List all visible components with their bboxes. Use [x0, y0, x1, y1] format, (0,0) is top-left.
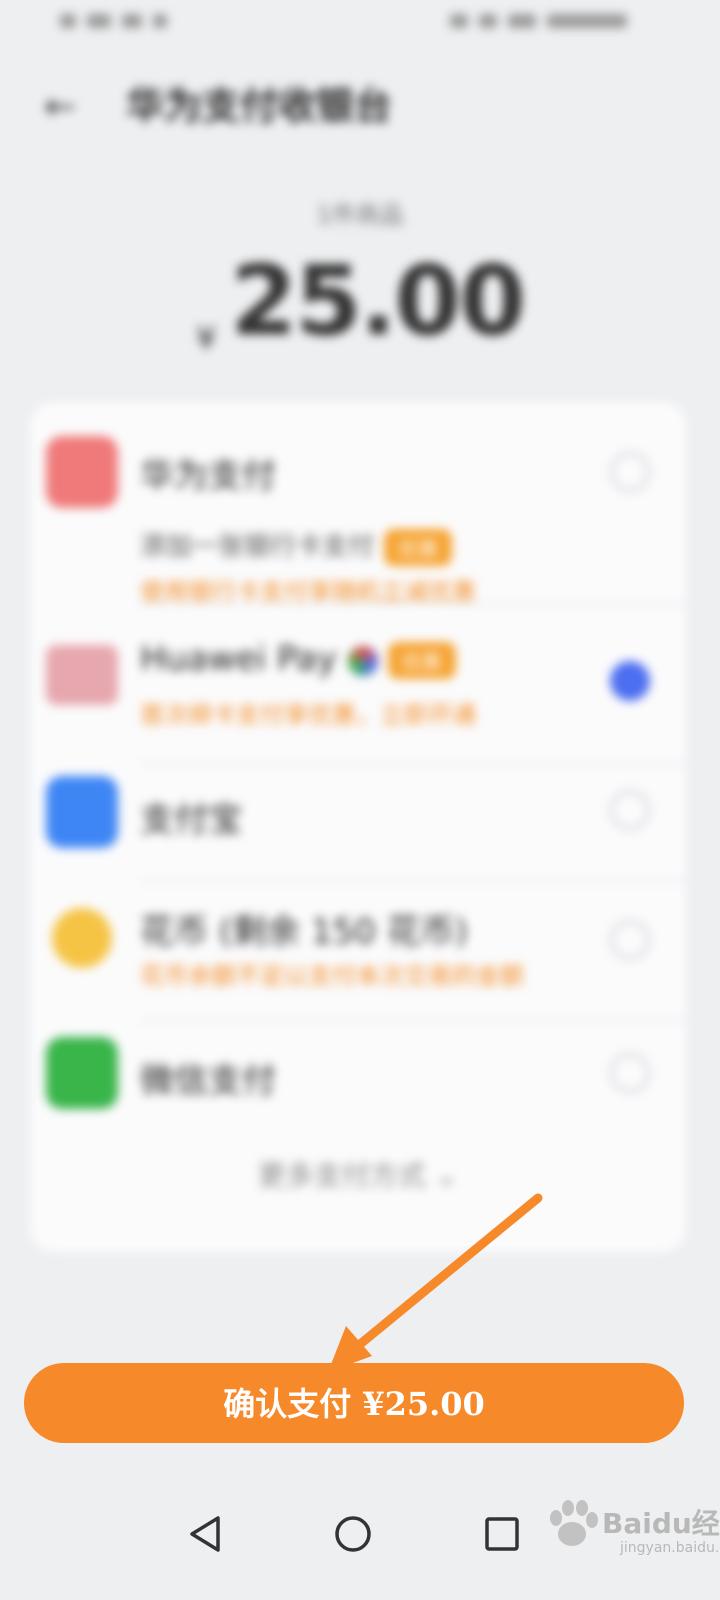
huawei-pay-logo-icon	[347, 645, 378, 676]
status-bar	[0, 0, 720, 52]
back-arrow-icon[interactable]: ←	[44, 84, 88, 128]
divider	[140, 602, 686, 604]
payment-radio[interactable]	[610, 790, 650, 830]
payment-method-wechat[interactable]: 微信支付	[30, 1037, 686, 1137]
network-icon	[87, 13, 112, 28]
payment-radio-selected[interactable]	[610, 661, 650, 701]
nav-home-icon[interactable]	[323, 1504, 383, 1564]
divider	[140, 1020, 686, 1022]
nav-back-icon[interactable]	[176, 1504, 236, 1564]
payment-method-alipay[interactable]: 支付宝	[30, 774, 686, 884]
payment-radio[interactable]	[610, 1053, 650, 1093]
wallet-icon	[46, 436, 118, 508]
wechat-pay-icon	[46, 1037, 118, 1109]
alipay-icon	[46, 776, 118, 848]
divider	[140, 762, 686, 764]
baidu-paw-icon	[550, 1500, 598, 1546]
payment-method-sub: 花币余额不足以支付本次交易的金额	[140, 962, 524, 990]
amount-value: 25.00	[230, 245, 526, 357]
signal-icon	[60, 13, 76, 28]
promo-badge: 优惠	[387, 642, 456, 679]
currency-symbol: ¥	[195, 319, 217, 357]
coin-icon	[52, 908, 112, 968]
wifi-icon	[122, 13, 143, 28]
promo-badge: 优惠	[384, 529, 453, 566]
payment-method-name: 支付宝	[140, 800, 242, 840]
more-payment-methods-link[interactable]: 更多支付方式 ⌄	[30, 1154, 686, 1194]
payment-radio[interactable]	[610, 452, 650, 492]
nav-recents-icon[interactable]	[472, 1504, 532, 1564]
payment-method-name: 微信支付	[140, 1061, 276, 1101]
notification-icon	[153, 13, 168, 28]
baidu-jingyan-watermark: Baidu经验 jingyan.baidu.com	[540, 1492, 720, 1556]
payment-method-huawei-pay[interactable]: Huawei Pay 优惠 首次绑卡支付享优惠，立即开通	[30, 617, 686, 757]
clock	[547, 13, 628, 28]
payment-method-huabi[interactable]: 花币 (剩余 150 花币) 花币余额不足以支付本次交易的金额	[30, 894, 686, 1024]
divider	[140, 880, 686, 882]
payment-method-name: Huawei Pay 优惠	[140, 639, 456, 679]
watermark-url: jingyan.baidu.com	[620, 1540, 720, 1556]
battery-icon	[508, 13, 537, 28]
payment-method-huawei-pay-cashier[interactable]: 华为支付 添加一张银行卡支付 优惠 使用银行卡支付享随机立减优惠	[30, 432, 686, 612]
payment-method-name: 花币 (剩余 150 花币)	[140, 912, 468, 952]
card-icon	[46, 645, 118, 705]
payment-method-desc: 添加一张银行卡支付 优惠	[140, 526, 453, 566]
page-title: 华为支付收银台	[126, 84, 393, 128]
header: ← 华为支付收银台	[0, 70, 720, 140]
vibrate-icon	[479, 13, 498, 28]
status-left	[60, 10, 180, 32]
amount-display: ¥25.00	[0, 245, 720, 357]
nfc-icon	[450, 13, 468, 28]
payment-method-name: 华为支付	[140, 456, 276, 496]
status-right	[450, 10, 680, 32]
watermark-brand: Baidu经验	[602, 1507, 720, 1540]
payment-methods-card: 华为支付 添加一张银行卡支付 优惠 使用银行卡支付享随机立减优惠 Huawei P…	[30, 402, 686, 1252]
payment-radio[interactable]	[610, 920, 650, 960]
payment-method-sub: 首次绑卡支付享优惠，立即开通	[140, 701, 476, 729]
confirm-payment-button[interactable]: 确认支付 ¥25.00	[24, 1363, 684, 1443]
order-items-label: 1件商品	[316, 201, 404, 229]
